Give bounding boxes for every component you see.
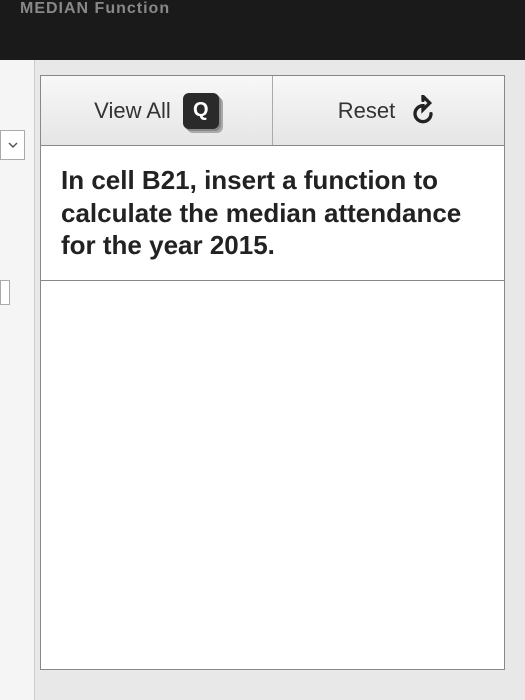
main-area: View All Q Reset In cell B21, insert a f… (0, 60, 525, 700)
question-card-icon: Q (183, 93, 219, 129)
instruction-text: In cell B21, insert a function to calcul… (61, 165, 461, 260)
chevron-down-icon (8, 140, 18, 150)
reset-icon (407, 95, 439, 127)
header-title: MEDIAN Function (20, 0, 170, 17)
view-all-label: View All (94, 98, 171, 124)
reset-label: Reset (338, 98, 395, 124)
panel-toolbar: View All Q Reset (41, 76, 504, 146)
reset-button[interactable]: Reset (273, 76, 504, 145)
instruction-text-box: In cell B21, insert a function to calcul… (41, 146, 504, 281)
view-all-button[interactable]: View All Q (41, 76, 273, 145)
window-header: MEDIAN Function (0, 0, 525, 43)
left-edge-handle[interactable] (0, 280, 10, 305)
task-panel: View All Q Reset In cell B21, insert a f… (40, 75, 505, 670)
left-dropdown-control[interactable] (0, 130, 25, 160)
